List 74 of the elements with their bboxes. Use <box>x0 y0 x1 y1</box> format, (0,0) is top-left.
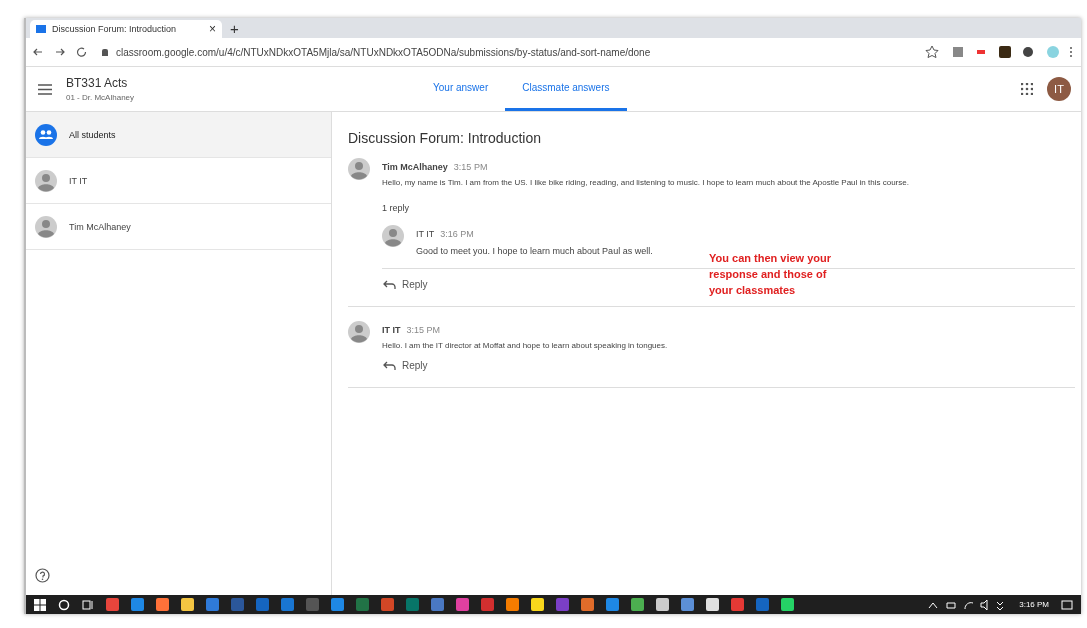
app-icon[interactable] <box>456 598 469 611</box>
post-text: Hello, my name is Tim. I am from the US. I like bike riding, reading, and listening to music. I hope to learn much about the Apostle Paul in this course. <box>382 178 910 187</box>
app-icon[interactable] <box>631 598 644 611</box>
app-icon[interactable] <box>556 598 569 611</box>
menu-icon[interactable] <box>38 83 52 95</box>
people-icon <box>35 123 57 146</box>
avatar-icon <box>348 158 370 180</box>
app-icon[interactable] <box>256 598 269 611</box>
app-icon[interactable] <box>506 598 519 611</box>
url-field[interactable]: classroom.google.com/u/4/c/NTUxNDkxOTA5Mjla/sa/NTUxNDkxOTA5ODNa/submissions/by-status/and-sort-name/done <box>116 46 917 58</box>
app-icon[interactable] <box>531 598 544 611</box>
app-icon[interactable] <box>106 598 119 611</box>
reply-arrow-icon <box>382 360 396 371</box>
new-tab-button[interactable]: + <box>230 20 239 38</box>
clock: 3:16 PM <box>1019 600 1049 609</box>
close-tab-button[interactable]: × <box>209 22 216 36</box>
reply-button[interactable]: Reply <box>382 360 428 371</box>
student-list-item[interactable]: Tim McAlhaney <box>26 204 331 250</box>
app-icon[interactable] <box>656 598 669 611</box>
avatar-icon <box>348 321 370 343</box>
annotation-text: You can then view your response and those of your classmates <box>709 251 833 298</box>
extension-icons[interactable] <box>925 45 1075 59</box>
app-icon[interactable] <box>156 598 169 611</box>
app-icon[interactable] <box>581 598 594 611</box>
notification-icon[interactable] <box>1061 598 1073 611</box>
app-icon[interactable] <box>481 598 494 611</box>
user-avatar[interactable]: IT <box>1047 77 1071 101</box>
app-icon[interactable] <box>406 598 419 611</box>
reply-text: Good to meet you. I hope to learn much about Paul as well. <box>416 246 654 256</box>
app-icon[interactable] <box>731 598 744 611</box>
app-icon[interactable] <box>181 598 194 611</box>
post-time: 3:15 PM <box>453 162 488 172</box>
reply-count[interactable]: 1 reply <box>382 203 409 213</box>
reply-arrow-icon <box>382 279 396 290</box>
app-icon[interactable] <box>331 598 344 611</box>
tab[interactable]: Classmate answers <box>505 67 627 111</box>
app-icon[interactable] <box>381 598 394 611</box>
author-name: IT IT <box>382 325 401 335</box>
search-icon[interactable] <box>58 598 70 611</box>
post-time: 3:15 PM <box>406 325 441 335</box>
tab[interactable]: Your answer <box>416 67 506 111</box>
student-list-item[interactable]: IT IT <box>26 158 331 204</box>
app-icon[interactable] <box>706 598 719 611</box>
apps-grid-icon[interactable] <box>1021 83 1033 95</box>
lock-icon <box>102 48 108 56</box>
app-icon[interactable] <box>431 598 444 611</box>
app-icon[interactable] <box>356 598 369 611</box>
post-time: 3:16 PM <box>440 229 474 239</box>
app-icon[interactable] <box>306 598 319 611</box>
app-icon[interactable] <box>606 598 619 611</box>
author-name: Tim McAlhaney <box>382 162 448 172</box>
forum-title: Discussion Forum: Introduction <box>348 130 542 146</box>
avatar-icon <box>35 215 57 238</box>
student-list-item[interactable]: All students <box>26 112 331 158</box>
avatar-icon <box>382 225 404 247</box>
app-icon[interactable] <box>131 598 144 611</box>
post-text: Hello. I am the IT director at Moffat and hope to learn about speaking in tongues. <box>382 341 669 350</box>
course-title: BT331 Acts <box>66 76 129 90</box>
app-icon[interactable] <box>756 598 769 611</box>
tab-title: Discussion Forum: Introduction <box>52 24 177 34</box>
app-icon[interactable] <box>231 598 244 611</box>
app-icon[interactable] <box>281 598 294 611</box>
app-icon[interactable] <box>781 598 794 611</box>
help-icon[interactable] <box>35 568 50 583</box>
reply-button[interactable]: Reply <box>382 279 428 290</box>
app-icon[interactable] <box>206 598 219 611</box>
task-view-icon[interactable] <box>82 598 94 611</box>
app-icon[interactable] <box>681 598 694 611</box>
windows-start-icon[interactable] <box>34 598 46 611</box>
author-name: IT IT <box>416 229 435 239</box>
browser-tab[interactable]: Discussion Forum: Introduction × <box>30 20 222 38</box>
course-subtitle: 01 - Dr. McAlhaney <box>66 93 136 102</box>
classroom-icon <box>36 25 46 33</box>
avatar-icon <box>35 169 57 192</box>
